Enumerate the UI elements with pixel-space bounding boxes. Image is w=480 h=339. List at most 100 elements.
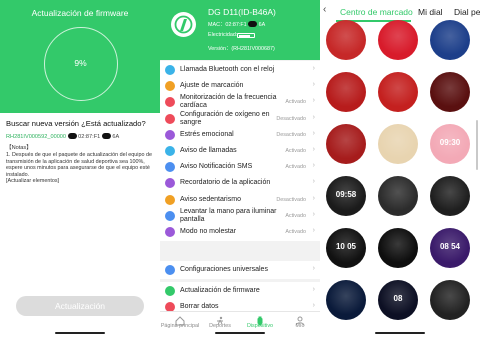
device-mac: MAC：02:87:F1 6A <box>208 20 265 28</box>
watch-face[interactable] <box>378 176 418 216</box>
menu-item[interactable]: Ajuste de marcación › <box>160 78 320 94</box>
menu-item[interactable]: Recordatorio de la aplicación › <box>160 175 320 191</box>
menu-item-label: Recordatorio de la aplicación <box>180 179 271 187</box>
menu-item-status: Activado <box>285 99 306 106</box>
watch-face[interactable] <box>430 176 470 216</box>
menu-item[interactable]: Actualización de firmware › <box>160 283 320 299</box>
chevron-right-icon: › <box>312 65 315 72</box>
watch-face-time: 09:58 <box>335 190 357 199</box>
update-button[interactable]: Actualización <box>16 296 144 316</box>
menu-item-status: Desactivado <box>276 131 306 138</box>
watch-face[interactable] <box>430 280 470 320</box>
device-mac-text: MAC：02:87:F1 <box>208 22 247 28</box>
menu-item-label: Monitorización de la frecuencia cardíaca <box>180 94 277 110</box>
menu-item[interactable]: Configuración de oxígeno en sangre Desact… <box>160 111 320 127</box>
call-alert-icon <box>165 146 175 156</box>
dial-header: ‹ Centro de marcado Mi dial Dial per <box>320 0 480 22</box>
battery-label: Electricidad: <box>208 32 238 38</box>
tab-label: Dispositivo <box>246 323 274 329</box>
menu-item-status: Activado <box>285 164 306 171</box>
menu-card: Llamada Bluetooth con el reloj › Ajuste de… <box>160 61 320 242</box>
menu-item[interactable]: Llamada Bluetooth con el reloj › <box>160 62 320 78</box>
watch-face[interactable] <box>430 20 470 60</box>
watch-face[interactable] <box>326 124 366 164</box>
watch-face[interactable] <box>378 72 418 112</box>
menu-item-status: Desactivado <box>276 115 306 122</box>
watch-face[interactable] <box>378 228 418 268</box>
tab-dial-center[interactable]: Centro de marcado <box>340 7 413 17</box>
device-version: Versión：(RH281IV000687) <box>208 46 275 52</box>
watch-face[interactable]: 09:58 <box>326 176 366 216</box>
version-code: RH281IV000592_00000 <box>6 134 67 140</box>
redaction-mark <box>248 21 258 27</box>
watch-face[interactable]: 09:30 <box>430 124 470 164</box>
menu-item-label: Estrés emocional <box>180 130 234 138</box>
watch-face[interactable] <box>326 72 366 112</box>
chevron-right-icon: › <box>312 302 315 310</box>
watch-face[interactable]: 08 <box>378 280 418 320</box>
menu-item-label: Llamada Bluetooth con el reloj <box>180 66 275 73</box>
battery-fill <box>239 35 251 37</box>
menu-card: Configuraciones universales › <box>160 261 320 280</box>
sms-icon <box>165 162 175 173</box>
menu-item-label: Borrar datos <box>180 303 219 311</box>
watch-face[interactable]: 08 54 <box>430 228 470 268</box>
watch-face-time: 08 <box>393 294 403 303</box>
menu-item-status: Desactivado <box>276 196 306 203</box>
device-panel: DG D11(ID-B46A) MAC：02:87:F1 6A Electric… <box>160 0 320 339</box>
menu-item[interactable]: Aviso sedentarismo Desactivado › <box>160 192 320 208</box>
tab-sports[interactable]: Deportes <box>200 312 240 339</box>
progress-value: 9% <box>74 58 87 68</box>
menu-item[interactable]: Levantar la mano para iluminar pantalla A… <box>160 208 320 224</box>
watch-face[interactable] <box>378 20 418 60</box>
watch-face[interactable] <box>378 124 418 164</box>
sedentary-icon <box>165 194 175 205</box>
tab-label: Deportes <box>209 323 231 329</box>
menu-item[interactable]: Aviso Notificación SMS Activado › <box>160 159 320 175</box>
watch-face[interactable] <box>326 280 366 320</box>
settings-icon <box>165 265 175 275</box>
tab-device[interactable]: Dispositivo <box>240 312 280 339</box>
menu-item[interactable]: Configuraciones universales › <box>160 262 320 278</box>
chevron-right-icon: › <box>312 146 315 153</box>
menu-item[interactable]: Aviso de llamadas Activado › <box>160 143 320 159</box>
raise-hand-icon <box>165 210 175 221</box>
version-line: RH281IV000592_00000 02:87:F1 6A <box>6 133 119 140</box>
notes-body: 1. Después de que el paquete de actualiz… <box>6 152 156 185</box>
menu-item[interactable]: Estrés emocional Desactivado › <box>160 127 320 143</box>
page-title: Actualización de firmware <box>31 8 129 18</box>
menu-item-label: Configuraciones universales <box>180 266 268 273</box>
watch-face[interactable] <box>326 20 366 60</box>
menu-item[interactable]: Monitorización de la frecuencia cardíaca… <box>160 94 320 110</box>
tab-my-dial[interactable]: Mi dial <box>418 7 443 17</box>
redaction-mark <box>101 133 111 139</box>
device-logo-icon <box>171 12 196 37</box>
menu-item-status: Activado <box>285 212 306 219</box>
chevron-right-icon: › <box>312 162 315 170</box>
device-mac-tail: 6A <box>258 22 266 28</box>
tab-label: Página principal <box>160 323 200 329</box>
oxygen-icon <box>165 113 175 124</box>
menu-item-label: Aviso de llamadas <box>180 147 237 154</box>
back-arrow-icon[interactable]: ‹ <box>323 4 326 15</box>
app-reminder-icon <box>165 178 175 189</box>
watch-face[interactable]: 10 05 <box>326 228 366 268</box>
firmware-panel: Actualización de firmware 9% Buscar nuev… <box>0 0 160 339</box>
chevron-right-icon: › <box>312 81 315 89</box>
dial-icon <box>165 81 175 92</box>
bottom-tab-bar: Página principal Deportes Dispositivo Mí… <box>160 311 320 339</box>
tab-label: Mío <box>295 323 305 329</box>
redaction-mark <box>67 133 77 139</box>
menu-item-label: Modo no molestar <box>180 228 237 235</box>
watch-face[interactable] <box>430 72 470 112</box>
chevron-right-icon: › <box>312 286 315 293</box>
home-indicator <box>375 332 425 334</box>
update-question: Buscar nueva versión ¿Está actualizado? <box>6 119 146 128</box>
tab-profile[interactable]: Mío <box>280 312 320 339</box>
tab-home[interactable]: Página principal <box>160 312 200 339</box>
watch-face-time: 09:30 <box>439 138 461 147</box>
scrollbar[interactable] <box>476 120 478 170</box>
notes-footer: [Actualizar elementos] <box>6 178 60 185</box>
menu-item[interactable]: Modo no molestar Activado › <box>160 224 320 240</box>
tab-custom-dial[interactable]: Dial per <box>454 7 480 17</box>
